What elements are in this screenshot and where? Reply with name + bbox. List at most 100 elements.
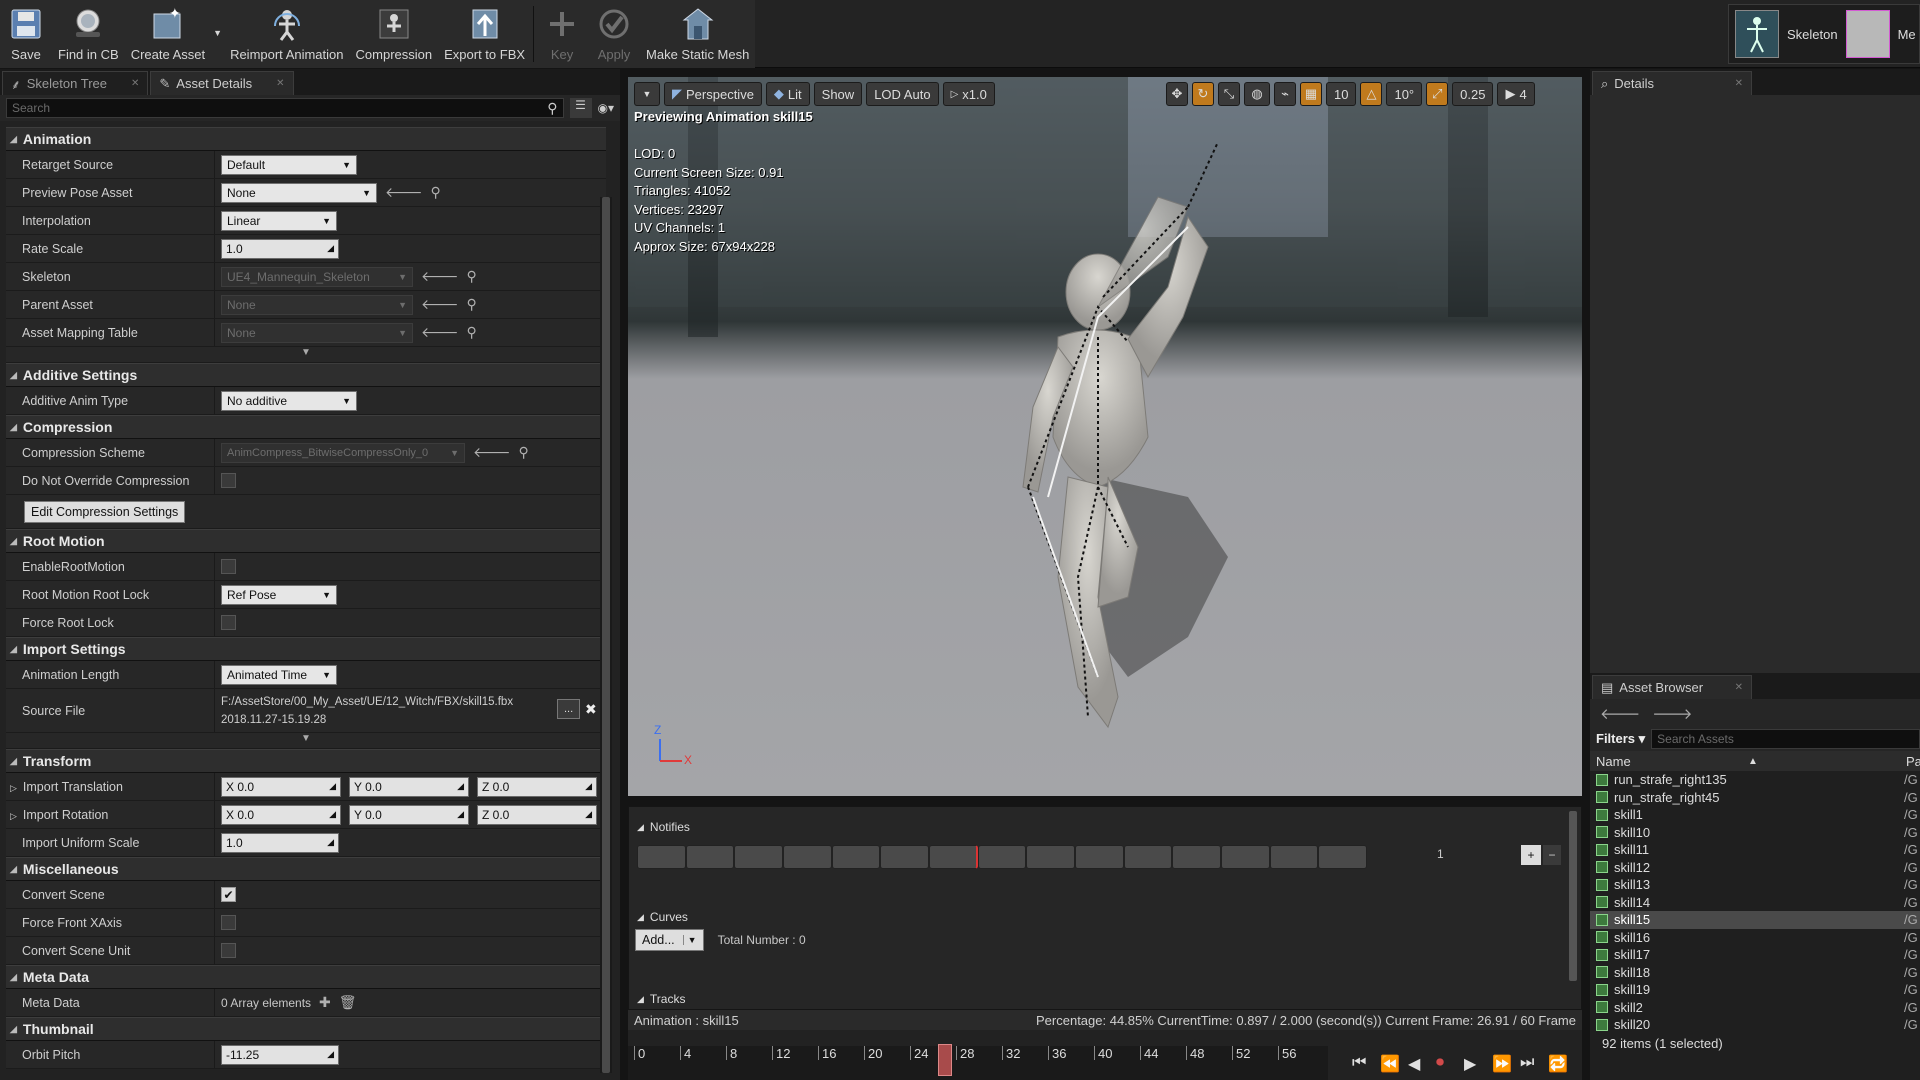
asset-list-item[interactable]: skill1/G [1590, 806, 1920, 824]
notify-segment[interactable] [977, 845, 1027, 869]
root-motion-lock-combo[interactable]: Ref Pose ▼ [221, 584, 337, 605]
tab-asset-browser[interactable]: ▤ Asset Browser ✕ [1592, 675, 1752, 699]
scale-icon[interactable]: ⤡ [1218, 82, 1240, 106]
category-meta-data[interactable]: ◢ Meta Data [6, 965, 606, 989]
rate-scale-input[interactable]: 1.0 ◢ [221, 238, 339, 259]
notify-segment[interactable] [637, 845, 686, 869]
translation-z-input[interactable]: Z 0.0 ◢ [477, 776, 597, 797]
tracks-header[interactable]: ◢ Tracks [629, 989, 685, 1009]
key-button[interactable]: Key [536, 0, 588, 68]
notify-segment[interactable] [1269, 845, 1319, 869]
details-scrollbar[interactable] [600, 197, 612, 1073]
mesh-mode-label[interactable]: Me [1898, 27, 1916, 42]
asset-list-item[interactable]: skill17/G [1590, 946, 1920, 964]
scale-snap-icon[interactable]: ⤢ [1426, 82, 1449, 106]
add-element-icon[interactable]: ✚ [319, 994, 331, 1011]
asset-list-item[interactable]: run_strafe_right135/G [1590, 771, 1920, 789]
use-selected-arrow-icon[interactable]: 🡐 [385, 184, 423, 201]
category-transform[interactable]: ◢ Transform [6, 749, 606, 773]
add-track-icon[interactable]: + [1521, 845, 1541, 865]
notify-segment[interactable] [1318, 845, 1368, 869]
reimport-animation-button[interactable]: Reimport Animation [224, 0, 349, 68]
advanced-expander-icon[interactable]: ▼ [6, 733, 606, 749]
expand-arrow-icon[interactable]: ▷ [10, 811, 17, 821]
show-button[interactable]: Show [813, 82, 863, 106]
rotation-snap-icon[interactable]: △ [1360, 82, 1383, 106]
rotation-y-input[interactable]: Y 0.0 ◢ [349, 804, 469, 825]
rotation-x-input[interactable]: X 0.0 ◢ [221, 804, 341, 825]
playback-speed-button[interactable]: ▷ x1.0 [942, 82, 995, 106]
close-icon[interactable]: ✕ [1735, 78, 1743, 89]
convert-scene-checkbox[interactable]: ✔ [221, 887, 236, 902]
animation-length-combo[interactable]: Animated Time ▼ [221, 664, 337, 685]
asset-list-item[interactable]: skill11/G [1590, 841, 1920, 859]
use-selected-arrow-icon[interactable]: 🡐 [421, 296, 459, 313]
enable-root-motion-checkbox[interactable] [221, 559, 236, 574]
notify-segment[interactable] [1075, 845, 1124, 869]
compression-button[interactable]: Compression [350, 0, 439, 68]
scrollbar-thumb[interactable] [602, 197, 610, 1073]
timeline-scrollbar[interactable] [1569, 811, 1577, 981]
scale-snap-button[interactable]: 0.25 [1452, 82, 1494, 106]
asset-list-item[interactable]: skill14/G [1590, 894, 1920, 912]
skeleton-mode-label[interactable]: Skeleton [1787, 27, 1838, 42]
skip-to-start-icon[interactable]: ⏮ [1352, 1054, 1366, 1072]
save-button[interactable]: Save [0, 0, 52, 68]
notify-segment[interactable] [685, 845, 735, 869]
clear-x-icon[interactable]: ✖ [585, 701, 597, 718]
tab-skeleton-tree[interactable]: ⸙ Skeleton Tree ✕ [2, 71, 149, 95]
close-icon[interactable]: ✕ [1735, 682, 1743, 693]
eye-visibility-icon[interactable]: ◉▾ [598, 101, 615, 115]
asset-list-item[interactable]: skill2/G [1590, 999, 1920, 1017]
notify-segment[interactable] [831, 845, 881, 869]
expand-arrow-icon[interactable]: ▷ [10, 783, 17, 793]
notify-segment[interactable] [880, 845, 930, 869]
asset-list-item[interactable]: skill10/G [1590, 824, 1920, 842]
translation-y-input[interactable]: Y 0.0 ◢ [349, 776, 469, 797]
camera-speed-button[interactable]: ▶ 4 [1497, 82, 1535, 106]
browse-search-icon[interactable]: ⚲ [431, 184, 441, 201]
uniform-scale-input[interactable]: 1.0 ◢ [221, 832, 339, 853]
retarget-source-combo[interactable]: Default ▼ [221, 154, 357, 175]
do-not-override-checkbox[interactable] [221, 473, 236, 488]
convert-scene-unit-checkbox[interactable] [221, 943, 236, 958]
category-compression[interactable]: ◢ Compression [6, 415, 606, 439]
browse-search-icon[interactable]: ⚲ [467, 296, 477, 313]
notify-segment[interactable] [1221, 845, 1270, 869]
use-selected-arrow-icon[interactable]: 🡐 [473, 444, 511, 461]
create-asset-button[interactable]: ✦ Create Asset [125, 0, 211, 68]
force-root-lock-checkbox[interactable] [221, 615, 236, 630]
frame-ruler[interactable]: 0 4 8 12 16 20 24 28 32 36 40 44 48 52 56 [628, 1046, 1328, 1080]
notify-segment[interactable] [929, 845, 978, 869]
find-in-cb-button[interactable]: Find in CB [52, 0, 125, 68]
remove-track-icon[interactable]: − [1543, 845, 1561, 865]
additive-anim-type-combo[interactable]: No additive ▼ [221, 390, 357, 411]
advanced-expander-icon[interactable]: ▼ [6, 347, 606, 363]
use-selected-arrow-icon[interactable]: 🡐 [421, 324, 459, 341]
record-icon[interactable]: ⏺ [1436, 1054, 1444, 1072]
browse-source-button[interactable]: ... [557, 699, 581, 719]
make-static-mesh-button[interactable]: Make Static Mesh [640, 0, 755, 68]
browse-search-icon[interactable]: ⚲ [519, 444, 529, 461]
translation-x-input[interactable]: X 0.0 ◢ [221, 776, 341, 797]
edit-compression-settings-button[interactable]: Edit Compression Settings [24, 500, 186, 523]
notify-segment[interactable] [1026, 845, 1076, 869]
skeleton-mode-icon[interactable] [1735, 10, 1779, 58]
lit-button[interactable]: ◆ Lit [765, 82, 810, 106]
category-animation[interactable]: ◢ Animation [6, 127, 606, 151]
asset-list-item[interactable]: skill19/G [1590, 981, 1920, 999]
lod-button[interactable]: LOD Auto [866, 82, 939, 106]
world-space-icon[interactable]: ◍ [1244, 82, 1270, 106]
rotate-icon[interactable]: ↻ [1192, 82, 1214, 106]
browse-search-icon[interactable]: ⚲ [467, 268, 477, 285]
column-name-header[interactable]: Name [1596, 754, 1631, 769]
browse-search-icon[interactable]: ⚲ [467, 324, 477, 341]
skip-to-end-icon[interactable]: ⏭ [1520, 1054, 1534, 1072]
category-additive-settings[interactable]: ◢ Additive Settings [6, 363, 606, 387]
preview-viewport[interactable]: ▼ ◤ Perspective ◆ Lit Show LOD Auto ▷ x1.0 … [628, 77, 1582, 796]
search-icon[interactable]: ⚲ [547, 100, 557, 117]
notifies-header[interactable]: ◢ Notifies [629, 817, 1581, 837]
curves-header[interactable]: ◢ Curves [629, 907, 1569, 927]
column-path-header[interactable]: Pa [1906, 754, 1920, 769]
export-fbx-button[interactable]: Export to FBX [438, 0, 531, 68]
